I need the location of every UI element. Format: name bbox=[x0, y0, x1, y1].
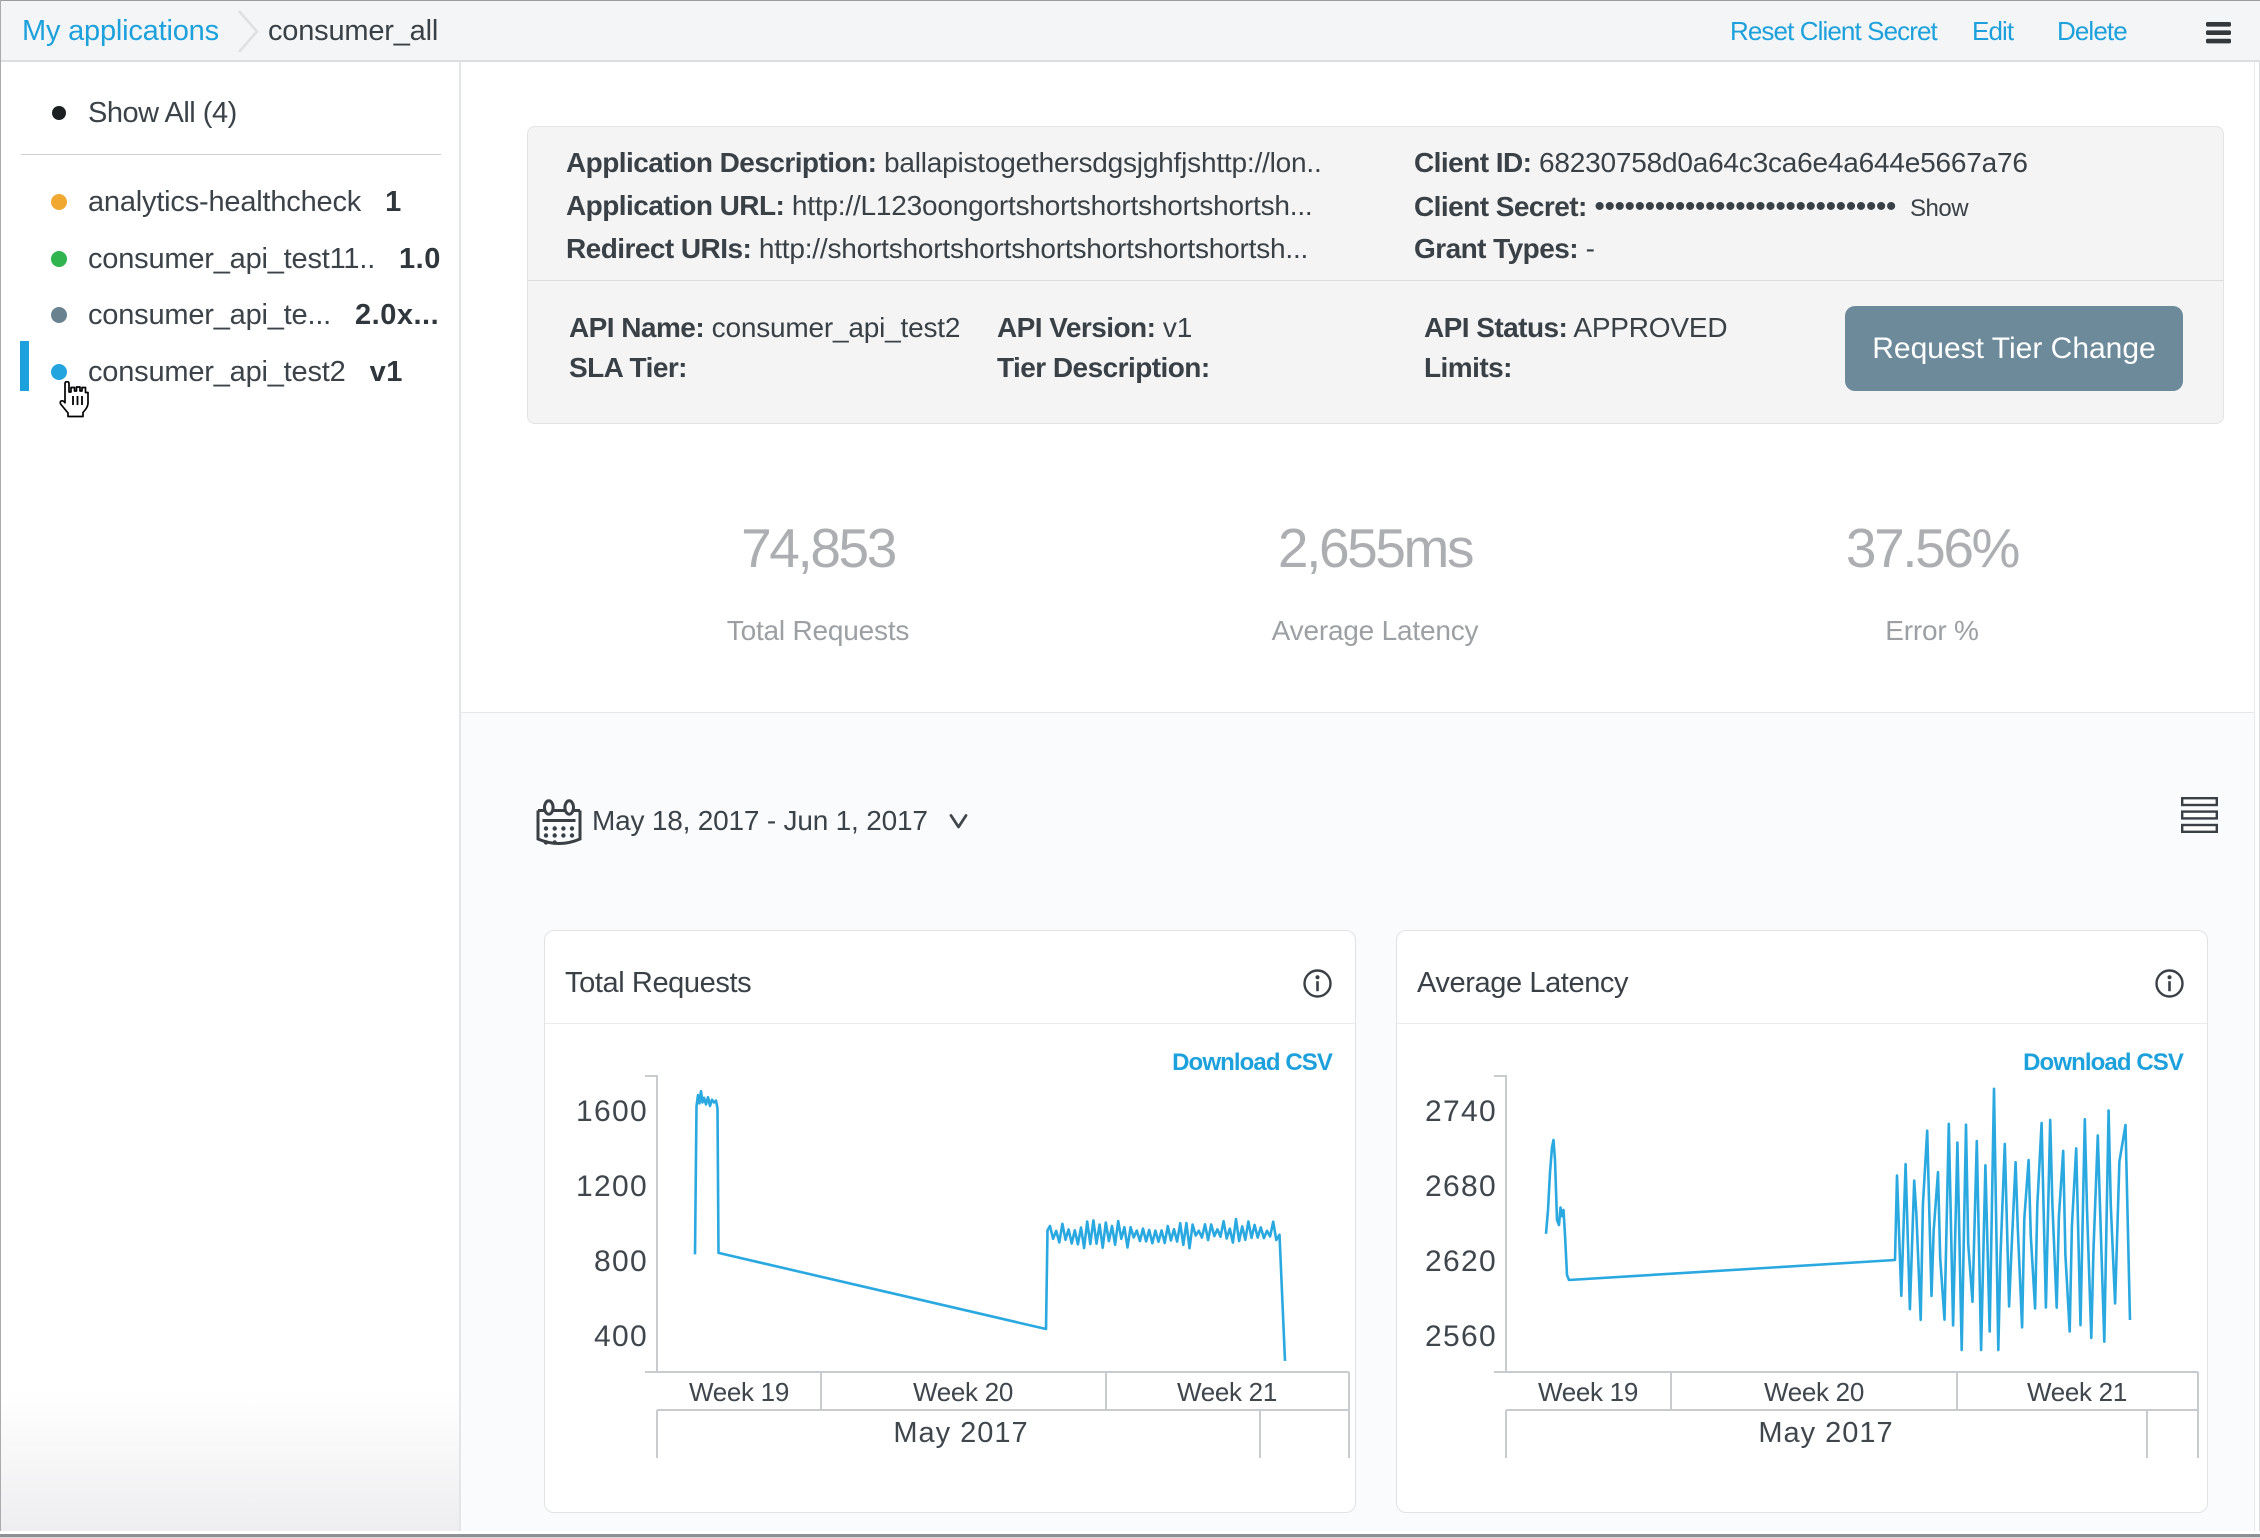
svg-text:Week 21: Week 21 bbox=[2027, 1377, 2127, 1407]
svg-text:2620: 2620 bbox=[1425, 1245, 1497, 1278]
svg-text:400: 400 bbox=[594, 1320, 648, 1353]
svg-text:2680: 2680 bbox=[1425, 1170, 1497, 1203]
svg-text:Week 21: Week 21 bbox=[1177, 1377, 1277, 1407]
svg-text:800: 800 bbox=[594, 1245, 648, 1278]
svg-text:2740: 2740 bbox=[1425, 1095, 1497, 1128]
svg-text:2560: 2560 bbox=[1425, 1320, 1497, 1353]
svg-text:May 2017: May 2017 bbox=[893, 1417, 1028, 1449]
svg-text:Week 19: Week 19 bbox=[1538, 1377, 1638, 1407]
svg-text:May 2017: May 2017 bbox=[1758, 1417, 1893, 1449]
svg-text:Week 20: Week 20 bbox=[1764, 1377, 1864, 1407]
svg-text:1600: 1600 bbox=[576, 1095, 648, 1128]
svg-text:1200: 1200 bbox=[576, 1170, 648, 1203]
svg-text:Week 20: Week 20 bbox=[913, 1377, 1013, 1407]
svg-text:Week 19: Week 19 bbox=[689, 1377, 789, 1407]
